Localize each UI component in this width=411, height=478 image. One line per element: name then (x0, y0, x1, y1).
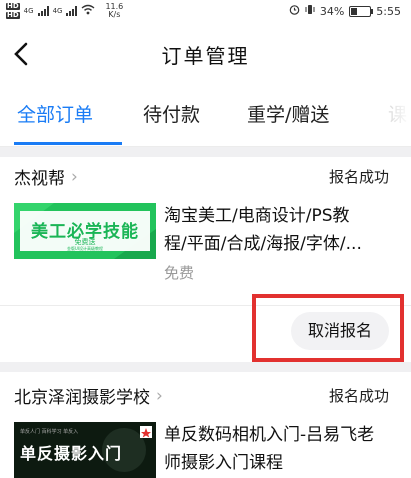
cancel-registration-button[interactable]: 取消报名 (291, 312, 389, 350)
section-divider (0, 147, 411, 157)
signal-icon (66, 6, 78, 16)
alarm-icon (289, 4, 300, 18)
page-title: 订单管理 (161, 44, 250, 68)
tab-bar: 全部订单 待付款 重学/赠送 课 (0, 88, 411, 146)
course-title-line: 程/平面/合成/海报/字体/... (164, 234, 362, 254)
net-speed: 11.6 K/s (105, 2, 124, 19)
thumbnail-caption: 单反人门 百科学习 单反入 (20, 429, 79, 435)
tab-pending-payment[interactable]: 待付款 (143, 100, 200, 127)
shop-name: 杰视帮 (14, 169, 65, 189)
shop-link[interactable]: 北京泽润摄影学校 › (14, 383, 163, 409)
signal-icon (37, 6, 49, 16)
network-type-label: 4G (52, 7, 63, 15)
course-title-line: 单反数码相机入门-吕易飞老 (164, 425, 375, 445)
active-tab-indicator (14, 142, 122, 145)
thumbnail-caption: 金版UI设计高级教程 (66, 246, 104, 251)
section-divider (0, 362, 411, 372)
shop-name: 北京泽润摄影学校 (14, 388, 150, 408)
chevron-right-icon: › (156, 385, 163, 406)
status-bar: HD HD 4G 4G 11.6 K/s 34% 5:55 (0, 0, 411, 22)
course-title[interactable]: 淘宝美工/电商设计/PS教 程/平面/合成/海报/字体/... (164, 202, 404, 258)
course-thumbnail[interactable]: 美工必学技能 免费送 金版UI设计高级教程 (14, 203, 156, 259)
course-title-line: 淘宝美工/电商设计/PS教 (164, 206, 350, 226)
shop-link[interactable]: 杰视帮 › (14, 164, 78, 190)
tab-fade (381, 100, 411, 140)
battery-icon (349, 5, 374, 17)
wifi-icon (81, 4, 95, 18)
battery-percent: 34% (319, 4, 345, 18)
thumbnail-title: 单反摄影入门 (20, 444, 123, 463)
vibrate-icon (305, 4, 315, 18)
network-type-label: 4G (23, 7, 34, 15)
course-title[interactable]: 单反数码相机入门-吕易飞老 师摄影入门课程 (164, 421, 404, 477)
order-status: 报名成功 (328, 387, 389, 405)
tab-relearn-gift[interactable]: 重学/赠送 (247, 100, 329, 127)
course-price: 免费 (164, 264, 195, 282)
order-status: 报名成功 (328, 168, 389, 186)
course-title-line: 师摄影入门课程 (164, 453, 283, 473)
chevron-right-icon: › (71, 166, 78, 187)
hd-icon: HD HD (6, 2, 20, 19)
course-thumbnail[interactable]: 单反人门 百科学习 单反入 单反摄影入门 (14, 422, 156, 478)
clock: 5:55 (376, 4, 401, 18)
tab-all-orders[interactable]: 全部订单 (17, 100, 93, 127)
